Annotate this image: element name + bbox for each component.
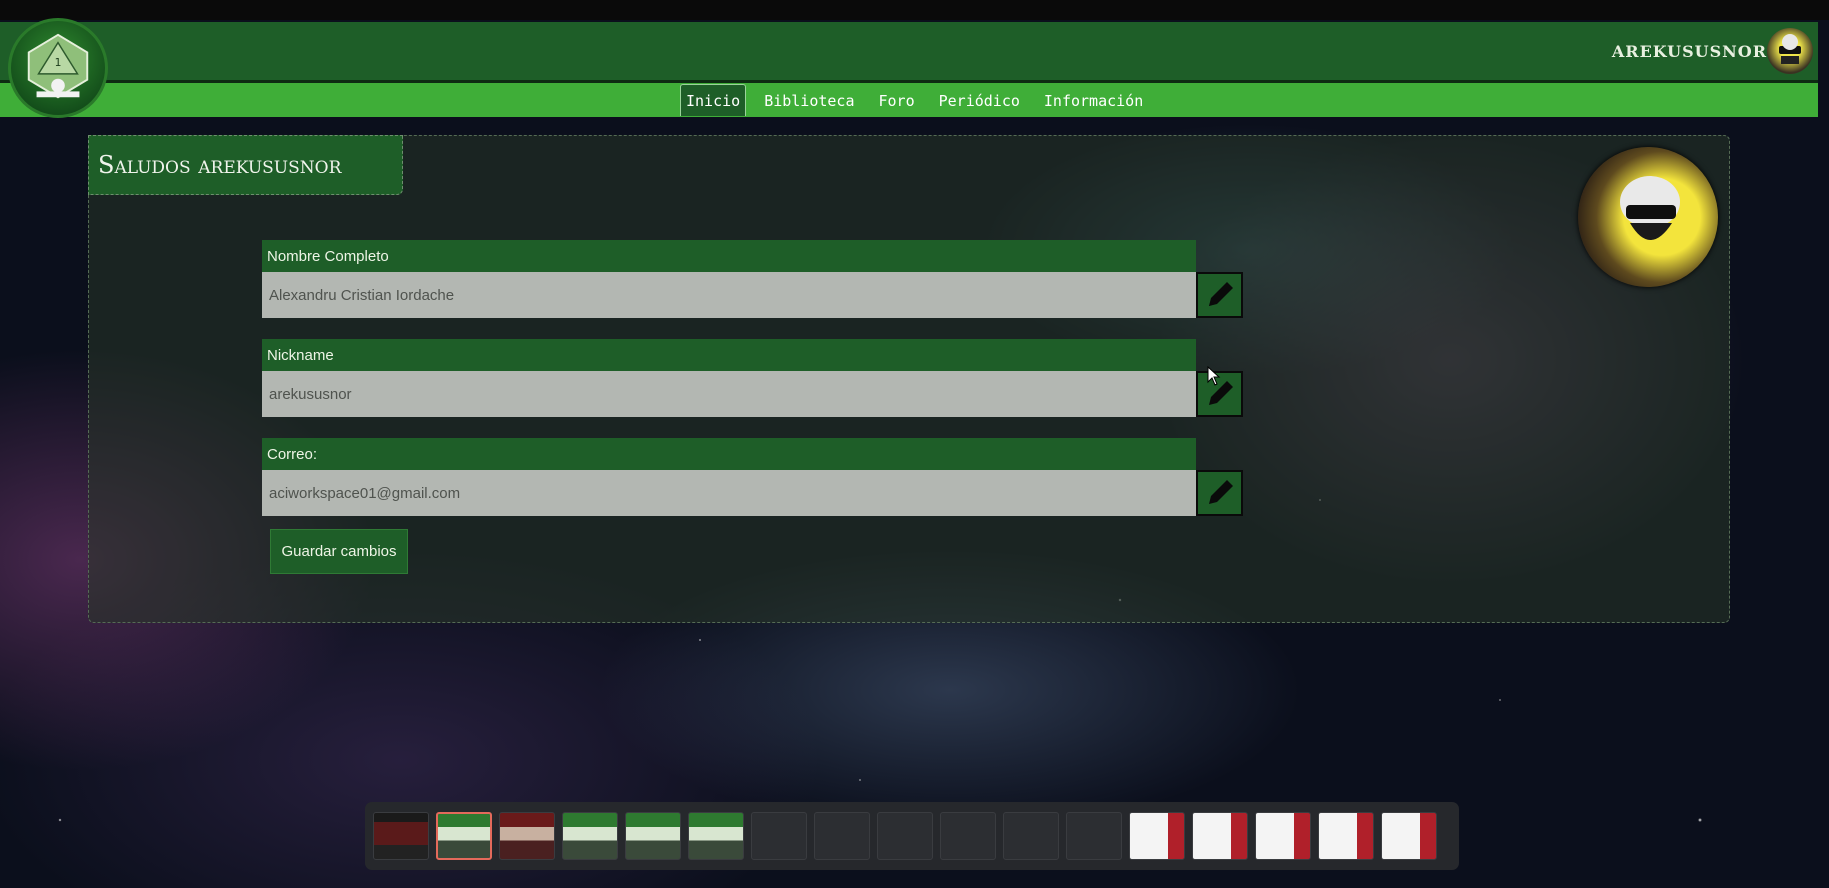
panel-title: Saludos arekususnor <box>88 135 403 195</box>
thumbnail-item[interactable] <box>562 812 618 860</box>
nickname-label: Nickname <box>262 339 1196 371</box>
thumbnail-item[interactable] <box>940 812 996 860</box>
browser-top-strip <box>0 0 1829 20</box>
nav-item-periodico[interactable]: Periódico <box>927 84 1032 117</box>
thumbnail-item[interactable] <box>373 812 429 860</box>
d20-icon: 1 <box>27 33 89 99</box>
thumbnail-item[interactable] <box>625 812 681 860</box>
thumbnail-item[interactable] <box>688 812 744 860</box>
pencil-icon <box>1208 282 1233 306</box>
d20-skull-logo[interactable]: 1 <box>8 18 108 118</box>
nav-item-inicio[interactable]: Inicio <box>680 84 747 116</box>
thumbnail-item[interactable] <box>1192 812 1248 860</box>
site-header <box>0 22 1818 83</box>
email-label: Correo: <box>262 438 1196 470</box>
nickname-field[interactable] <box>262 371 1196 417</box>
thumbnail-item[interactable] <box>499 812 555 860</box>
mouse-cursor-icon <box>1207 366 1221 386</box>
profile-avatar[interactable] <box>1578 147 1718 287</box>
thumbnail-item[interactable] <box>436 812 492 860</box>
thumbnail-item[interactable] <box>1003 812 1059 860</box>
thumbnail-strip <box>365 802 1459 870</box>
header-avatar[interactable] <box>1767 28 1813 74</box>
full-name-field[interactable] <box>262 272 1196 318</box>
header-username[interactable]: AREKUSUSNOR <box>1612 42 1767 61</box>
save-changes-button[interactable]: Guardar cambios <box>270 529 408 574</box>
thumbnail-item[interactable] <box>877 812 933 860</box>
pencil-icon <box>1208 480 1233 504</box>
email-field[interactable] <box>262 470 1196 516</box>
thumbnail-item[interactable] <box>814 812 870 860</box>
thumbnail-item[interactable] <box>1129 812 1185 860</box>
thumbnail-item[interactable] <box>751 812 807 860</box>
main-nav: Inicio Biblioteca Foro Periódico Informa… <box>680 84 1155 117</box>
nav-item-foro[interactable]: Foro <box>867 84 927 117</box>
nav-item-biblioteca[interactable]: Biblioteca <box>752 84 866 117</box>
thumbnail-item[interactable] <box>1255 812 1311 860</box>
thumbnail-item[interactable] <box>1066 812 1122 860</box>
thumbnail-item[interactable] <box>1381 812 1437 860</box>
svg-text:1: 1 <box>55 56 62 69</box>
edit-full-name-button[interactable] <box>1196 272 1243 318</box>
nav-item-informacion[interactable]: Información <box>1032 84 1155 117</box>
edit-email-button[interactable] <box>1196 470 1243 516</box>
thumbnail-item[interactable] <box>1318 812 1374 860</box>
full-name-label: Nombre Completo <box>262 240 1196 272</box>
